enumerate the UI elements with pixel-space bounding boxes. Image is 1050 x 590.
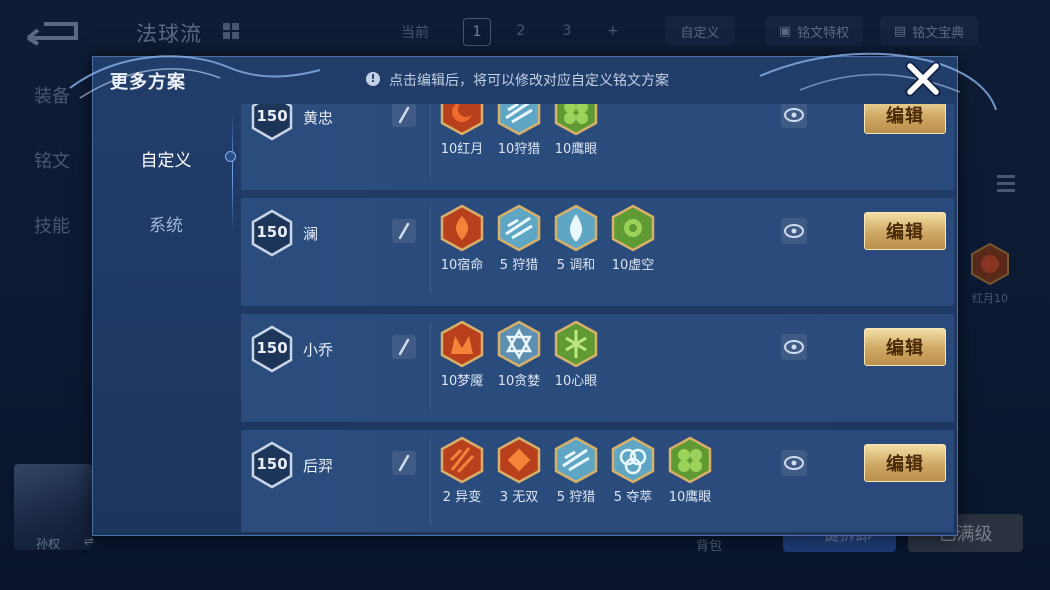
pen-icon: [398, 454, 410, 472]
harmony-icon: [554, 204, 598, 252]
preset-row: 150 后羿 2 异变 3 无双 5 狩猎 5 夺萃 10鹰眼 编辑: [241, 430, 954, 532]
inscription-slot[interactable]: 10宿命: [437, 204, 487, 273]
inscription-label: 2 异变: [442, 490, 482, 505]
greed-icon: [497, 320, 541, 368]
tab-system[interactable]: 系统: [96, 211, 236, 236]
rename-button[interactable]: [392, 219, 416, 243]
inscription-label: 10鹰眼: [554, 142, 598, 157]
inscription-label: 10贪婪: [497, 374, 541, 389]
inscription-label: 5 调和: [556, 258, 596, 273]
pen-icon: [398, 338, 410, 356]
preview-button[interactable]: [781, 334, 807, 360]
edit-notice: 点击编辑后，将可以修改对应自定义铭文方案: [389, 73, 669, 89]
preset-hero-name: 澜: [303, 225, 319, 243]
edit-button[interactable]: 编辑: [864, 104, 946, 134]
pen-icon: [398, 106, 410, 124]
eye-icon: [784, 224, 804, 238]
preset-row: 150 黄忠 10红月 10狩猎 10鹰眼 编辑: [241, 104, 954, 190]
inscription-slot[interactable]: 10狩猎: [494, 104, 544, 157]
rename-button[interactable]: [392, 104, 416, 127]
mutation-icon: [440, 436, 484, 484]
row-divider: [430, 322, 431, 410]
row-divider: [430, 104, 431, 178]
inscription-slot[interactable]: 10心眼: [551, 320, 601, 389]
inscription-label: 10鹰眼: [668, 490, 712, 505]
preset-level: 150: [256, 455, 288, 473]
rename-button[interactable]: [392, 451, 416, 475]
eagle-eye-icon: [554, 104, 598, 136]
inscription-slot[interactable]: 10红月: [437, 104, 487, 157]
dialog-title: 更多方案: [110, 72, 186, 93]
inscription-label: 3 无双: [499, 490, 539, 505]
edit-button[interactable]: 编辑: [864, 328, 946, 366]
preset-list[interactable]: 150 黄忠 10红月 10狩猎 10鹰眼 编辑 150 澜 10宿命 5 狩猎…: [241, 104, 954, 532]
inscription-label: 10狩猎: [497, 142, 541, 157]
inscription-slot[interactable]: 10鹰眼: [551, 104, 601, 157]
seize-icon: [611, 436, 655, 484]
eye-icon: [784, 340, 804, 354]
pen-icon: [398, 222, 410, 240]
inscription-label: 10虚空: [611, 258, 655, 273]
inscription-slot[interactable]: 10虚空: [608, 204, 658, 273]
inscription-label: 10心眼: [554, 374, 598, 389]
red-moon-icon: [440, 104, 484, 136]
inscription-slot[interactable]: 10鹰眼: [665, 436, 715, 505]
row-divider: [430, 206, 431, 294]
info-icon: !: [366, 72, 380, 86]
eye-icon: [784, 108, 804, 122]
inscription-slot[interactable]: 2 异变: [437, 436, 487, 505]
edit-button[interactable]: 编辑: [864, 212, 946, 250]
hunt-icon: [497, 204, 541, 252]
active-tab-marker: [225, 151, 236, 162]
mind-eye-icon: [554, 320, 598, 368]
inscription-slot[interactable]: 10梦魇: [437, 320, 487, 389]
preset-row: 150 澜 10宿命 5 狩猎 5 调和 10虚空 编辑: [241, 198, 954, 306]
inscription-label: 10梦魇: [440, 374, 484, 389]
preset-hero-name: 后羿: [303, 457, 334, 475]
preset-level: 150: [256, 223, 288, 241]
eagle-eye-icon: [668, 436, 712, 484]
close-icon[interactable]: [901, 58, 945, 100]
inscription-label: 5 狩猎: [556, 490, 596, 505]
eye-icon: [784, 456, 804, 470]
preview-button[interactable]: [781, 450, 807, 476]
inscription-slot[interactable]: 5 夺萃: [608, 436, 658, 505]
preset-hero-name: 黄忠: [303, 109, 334, 127]
hunt-icon: [554, 436, 598, 484]
inscription-slot[interactable]: 3 无双: [494, 436, 544, 505]
nightmare-icon: [440, 320, 484, 368]
hunt-icon: [497, 104, 541, 136]
preset-level: 150: [256, 107, 288, 125]
inscription-slot[interactable]: 5 狩猎: [494, 204, 544, 273]
preview-button[interactable]: [781, 218, 807, 244]
inscription-label: 5 夺萃: [613, 490, 653, 505]
inscription-label: 10红月: [440, 142, 484, 157]
fate-icon: [440, 204, 484, 252]
preset-level: 150: [256, 339, 288, 357]
inscription-slot[interactable]: 10贪婪: [494, 320, 544, 389]
inscription-slot[interactable]: 5 狩猎: [551, 436, 601, 505]
preset-hero-name: 小乔: [303, 341, 334, 359]
void-icon: [611, 204, 655, 252]
inscription-label: 10宿命: [440, 258, 484, 273]
preset-row: 150 小乔 10梦魇 10贪婪 10心眼 编辑: [241, 314, 954, 422]
preview-button[interactable]: [781, 104, 807, 128]
edit-button[interactable]: 编辑: [864, 444, 946, 482]
rename-button[interactable]: [392, 335, 416, 359]
inscription-label: 5 狩猎: [499, 258, 539, 273]
inscription-slot[interactable]: 5 调和: [551, 204, 601, 273]
tab-custom[interactable]: 自定义: [96, 146, 236, 171]
peerless-icon: [497, 436, 541, 484]
row-divider: [430, 438, 431, 526]
